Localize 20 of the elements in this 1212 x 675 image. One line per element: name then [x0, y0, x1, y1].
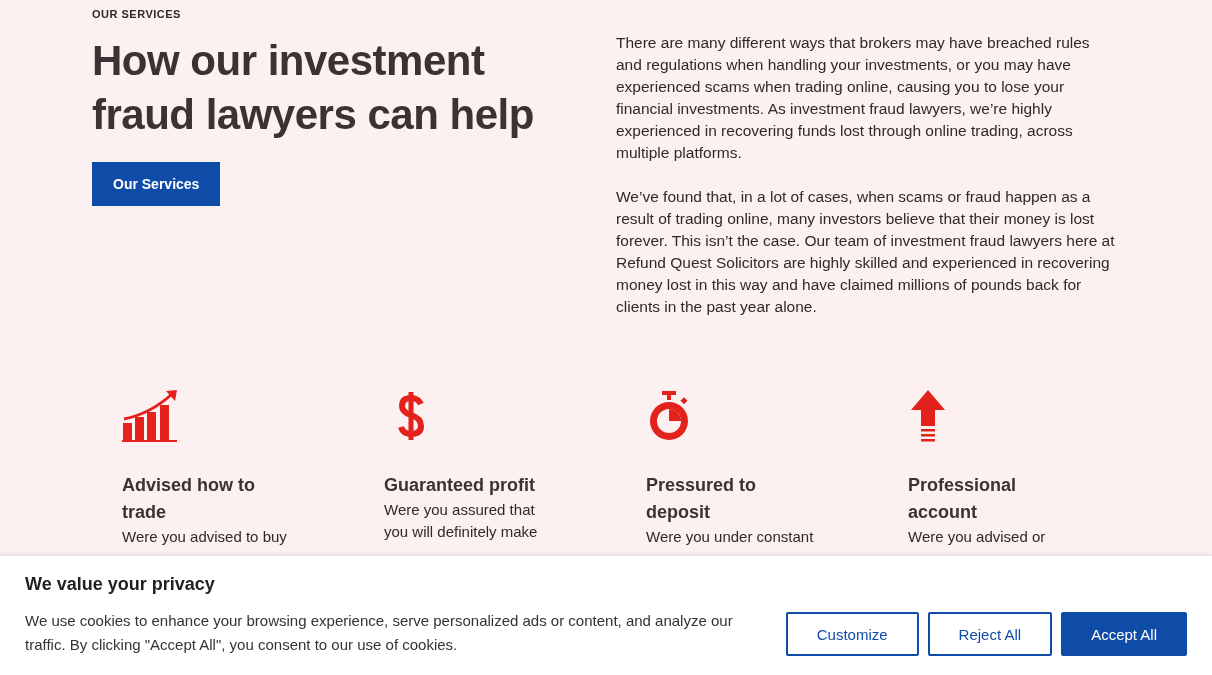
card-title: Pressured to deposit	[646, 474, 758, 524]
paragraph: We’ve found that, in a lot of cases, when scams or fraud happen as a result of trading online, many investors believe that their money is lost forever. This isn’t the case. Our team of investment fraud lawyers here at Refund Quest Solicitors are highly skilled and experienced in recovering money lost in this way and have claimed millions of pounds back for clients in the past year alone.	[616, 187, 1116, 317]
cookie-button[interactable]: Customize	[785, 612, 919, 656]
card-text: Were you assured that you will definitely make	[384, 500, 539, 542]
card-title: Advised how to trade	[122, 474, 256, 524]
bar-chart-icon	[122, 388, 178, 444]
our-services-button[interactable]: Our Services	[92, 162, 221, 206]
section-eyebrow: OUR SERVICES	[92, 8, 182, 20]
section-heading: How our investment fraud lawyers can help	[92, 36, 535, 140]
cookie-button[interactable]: Accept All	[1061, 612, 1187, 656]
card-text: Were you under constant	[646, 527, 815, 547]
paragraph: There are many different ways that brokers may have breached rules and regulations when handling your investments, or you may have experienced scams when trading online, causing you to lose your financial investments. As investment fraud lawyers, we’re highly experienced in recovering funds lost through online trading, across multiple platforms.	[616, 33, 1091, 163]
cookie-button[interactable]: Reject All	[927, 612, 1053, 656]
card-title: Guaranteed profit	[384, 474, 536, 497]
cookie-text: We use cookies to enhance your browsing experience, serve personalized ads or content, and analyze our traffic. By clicking "Accept All", you consent to our use of cookies.	[25, 611, 734, 655]
up-arrow-icon	[908, 388, 948, 444]
cookie-title: We value your privacy	[25, 574, 216, 595]
card-text: Were you advised to buy	[122, 527, 288, 547]
card-title: Professional account	[908, 474, 1018, 524]
card-text: Were you advised or	[908, 527, 1047, 547]
